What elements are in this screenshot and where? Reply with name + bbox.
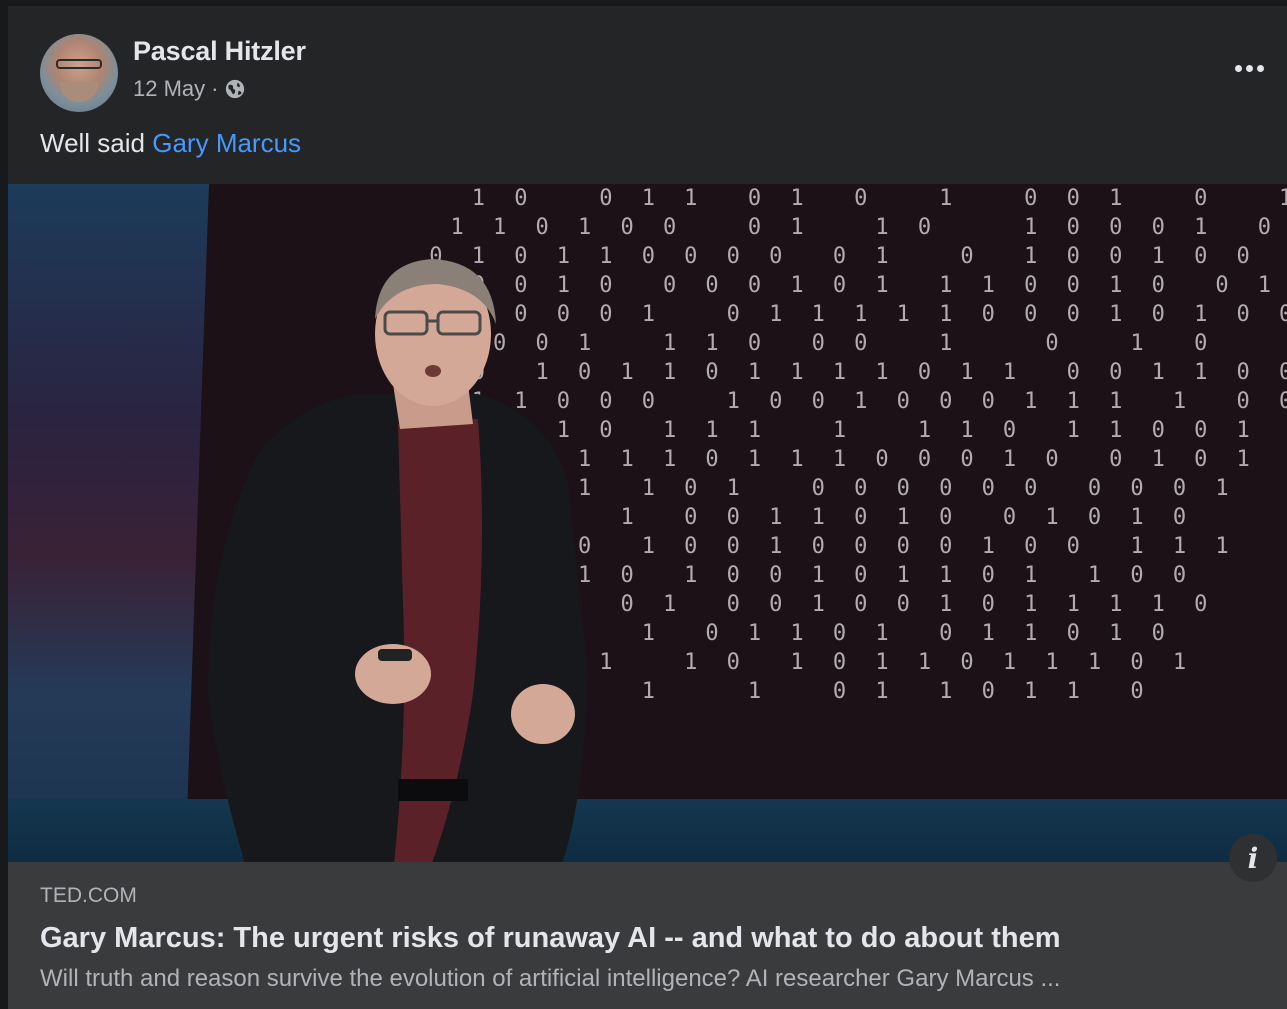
author-name[interactable]: Pascal Hitzler (133, 36, 306, 67)
link-description: Will truth and reason survive the evolut… (40, 965, 1061, 992)
author-avatar[interactable] (40, 34, 118, 112)
link-domain: TED.COM (40, 884, 137, 907)
link-title[interactable]: Gary Marcus: The urgent risks of runaway… (40, 922, 1061, 955)
speaker-figure (208, 259, 588, 862)
mention-link[interactable]: Gary Marcus (152, 128, 301, 158)
avatar-beard (60, 82, 98, 102)
info-icon[interactable]: i (1229, 834, 1277, 882)
more-dot (1234, 64, 1242, 72)
post-card: Pascal Hitzler 12 May · Well said Gary M… (8, 6, 1287, 1009)
more-options-button[interactable] (1229, 50, 1269, 86)
post-date[interactable]: 12 May (133, 76, 205, 102)
globe-icon[interactable] (224, 78, 246, 100)
link-preview-info[interactable]: TED.COM Gary Marcus: The urgent risks of… (8, 862, 1287, 1009)
post-text: Well said Gary Marcus (40, 128, 301, 159)
post-meta: 12 May · (133, 76, 246, 102)
post-text-prefix: Well said (40, 128, 146, 158)
meta-separator: · (211, 76, 219, 101)
post-header: Pascal Hitzler 12 May · (8, 6, 1287, 116)
more-dot (1256, 64, 1264, 72)
link-preview-image[interactable]: 1 0 0 1 1 0 1 0 1 0 0 1 0 1 0 0 1 1 0 1 … (8, 184, 1287, 862)
more-dot (1245, 64, 1253, 72)
avatar-glasses (56, 59, 102, 69)
